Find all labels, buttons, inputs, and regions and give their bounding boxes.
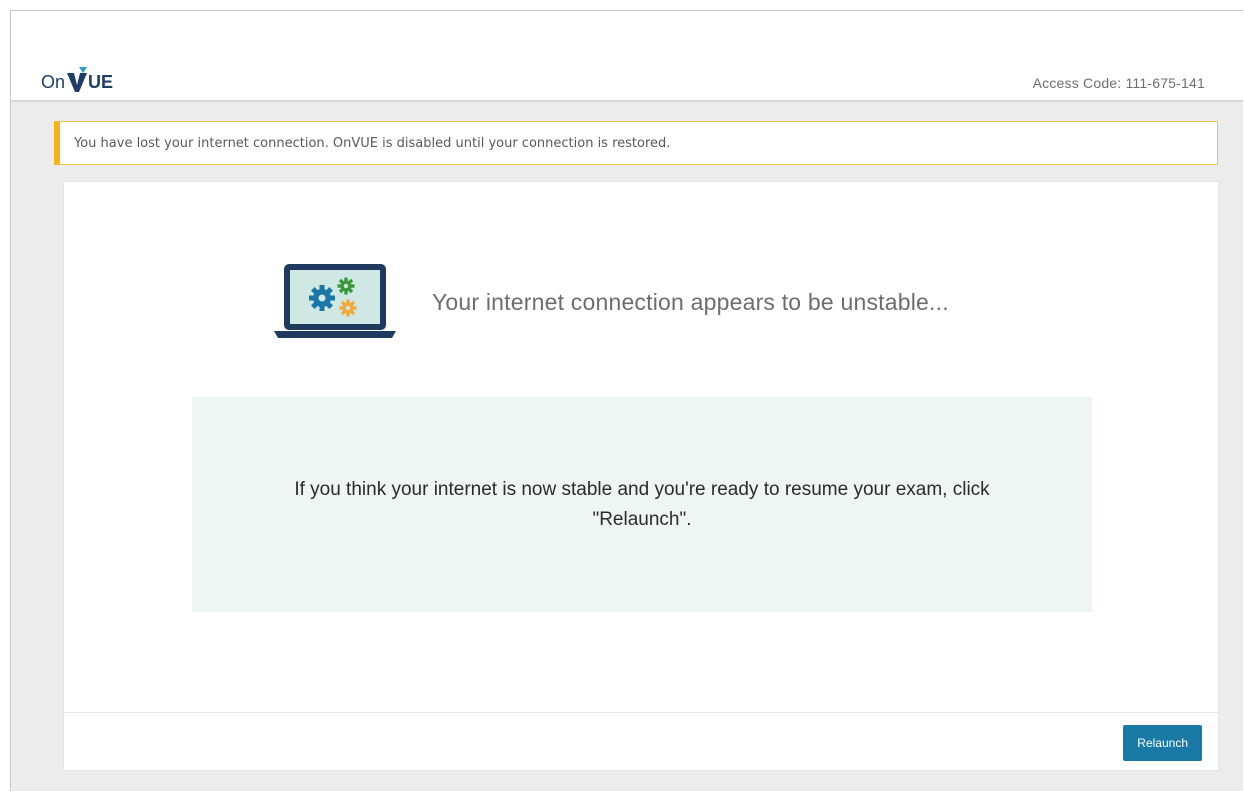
app-window: On UE Access Code: 111-675-141 You have …: [10, 10, 1243, 791]
access-code: Access Code: 111-675-141: [1032, 75, 1205, 91]
alert-message: You have lost your internet connection. …: [74, 135, 671, 151]
instruction-text: If you think your internet is now stable…: [294, 478, 990, 530]
onvue-logo: On UE: [41, 63, 113, 93]
logo-text-suffix: UE: [88, 72, 114, 92]
connection-status-message: Your internet connection appears to be u…: [432, 288, 949, 315]
card-footer: Relaunch: [64, 712, 1218, 772]
main-card: Your internet connection appears to be u…: [63, 181, 1219, 771]
logo-v-mark: [67, 67, 88, 92]
instruction-panel: If you think your internet is now stable…: [192, 397, 1092, 612]
laptop-gears-icon: [274, 264, 396, 338]
header: On UE Access Code: 111-675-141: [11, 11, 1243, 102]
connection-lost-alert: You have lost your internet connection. …: [54, 121, 1218, 165]
relaunch-button[interactable]: Relaunch: [1123, 725, 1202, 761]
logo-text-prefix: On: [41, 72, 66, 92]
status-row: Your internet connection appears to be u…: [274, 262, 949, 342]
